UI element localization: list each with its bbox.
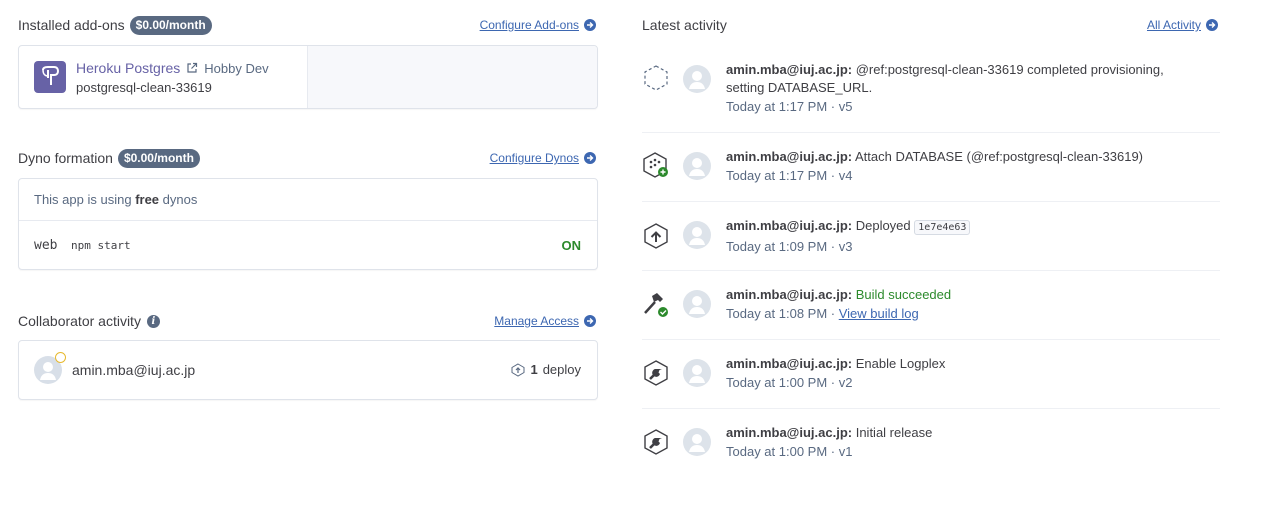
addon-item[interactable]: Heroku Postgres Hobby Dev postgresql-cle… [19,46,308,108]
avatar [683,221,711,249]
addons-header: Installed add-ons $0.00/month Configure … [18,14,598,36]
activity-text: amin.mba@iuj.ac.jp: Enable Logplex Today… [726,355,1190,392]
activity-user: amin.mba@iuj.ac.jp: [726,62,853,77]
addons-cost-badge: $0.00/month [129,15,212,35]
commit-hash[interactable]: 1e7e4e63 [914,220,971,235]
avatar [683,428,711,456]
activity-meta: Today at 1:08 PM · View build log [726,304,1190,323]
dyno-notice: This app is using free dynos [19,179,597,221]
activity-user: amin.mba@iuj.ac.jp: [726,287,853,302]
activity-item: amin.mba@iuj.ac.jp: Attach DATABASE (@re… [642,133,1220,202]
dyno-notice-suffix: dynos [162,192,198,207]
activity-meta: Today at 1:09 PM · v3 [726,239,853,254]
configure-addons-label: Configure Add-ons [479,18,579,32]
dyno-notice-prefix: This app is using [34,192,132,207]
collaborators-title: Collaborator activity [18,313,141,329]
configure-dynos-label: Configure Dynos [489,151,579,165]
deploy-icon [644,223,668,249]
addon-id: postgresql-clean-33619 [76,80,212,95]
configure-dynos-link[interactable]: Configure Dynos [490,151,596,165]
external-link-icon [187,62,198,73]
dyno-notice-bold: free [135,192,160,207]
activity-text: amin.mba@iuj.ac.jp: Initial release Toda… [726,424,1190,461]
collaborator-card: amin.mba@iuj.ac.jp 1 deploy [18,340,598,400]
activity-item: amin.mba@iuj.ac.jp: Build succeeded Toda… [642,271,1220,340]
arrow-right-circle-icon [1206,19,1218,31]
info-icon[interactable]: i [146,314,160,328]
dyno-command: npm start [71,239,131,252]
dynos-title: Dyno formation [18,150,113,166]
deploy-count: 1 [530,362,538,377]
collaborator-deploy-count: 1 deploy [511,362,581,377]
activity-message: Deployed [855,218,911,233]
activity-message: Build succeeded [855,287,952,302]
activity-item: amin.mba@iuj.ac.jp: Initial release Toda… [642,409,1220,478]
activity-message: Enable Logplex [855,356,946,371]
provisioning-icon [644,65,668,91]
activity-text: amin.mba@iuj.ac.jp: Deployed 1e7e4e63 To… [726,217,1190,256]
avatar [683,359,711,387]
activity-text: amin.mba@iuj.ac.jp: Attach DATABASE (@re… [726,148,1190,185]
heroku-postgres-logo-icon [34,61,66,93]
wrench-icon [644,429,668,455]
activity-title: Latest activity [642,17,727,33]
activity-message: Attach DATABASE (@ref:postgresql-clean-3… [855,149,1144,164]
activity-text: amin.mba@iuj.ac.jp: Build succeeded Toda… [726,286,1190,323]
dyno-status: ON [561,238,582,253]
activity-header: Latest activity All Activity [642,14,1220,36]
dyno-card: This app is using free dynos web npm sta… [18,178,598,270]
addon-empty-slot [308,46,597,108]
all-activity-label: All Activity [1146,18,1201,32]
collaborators-header: Collaborator activity i Manage Access [18,310,598,332]
arrow-right-circle-icon [584,19,596,31]
activity-meta: Today at 1:00 PM · v2 [726,375,853,390]
manage-access-link[interactable]: Manage Access [494,314,596,328]
manage-access-label: Manage Access [494,314,579,328]
view-build-log-link[interactable]: View build log [839,306,919,321]
dynos-header: Dyno formation $0.00/month Configure Dyn… [18,147,598,169]
addon-name-label[interactable]: Heroku Postgres [76,60,180,76]
activity-item: amin.mba@iuj.ac.jp: @ref:postgresql-clea… [642,50,1220,133]
configure-addons-link[interactable]: Configure Add-ons [480,18,596,32]
activity-item: amin.mba@iuj.ac.jp: Enable Logplex Today… [642,340,1220,409]
arrow-right-circle-icon [584,152,596,164]
activity-meta: Today at 1:17 PM · v5 [726,99,853,114]
activity-message: Initial release [855,425,933,440]
activity-item: amin.mba@iuj.ac.jp: Deployed 1e7e4e63 To… [642,202,1220,271]
activity-meta: Today at 1:00 PM · v1 [726,444,853,459]
avatar [683,65,711,93]
attach-database-icon [643,152,668,178]
all-activity-link[interactable]: All Activity [1147,18,1218,32]
activity-text: amin.mba@iuj.ac.jp: @ref:postgresql-clea… [726,61,1190,116]
activity-meta: Today at 1:17 PM · v4 [726,168,853,183]
arrow-right-circle-icon [584,315,596,327]
build-icon [644,293,668,317]
addons-title: Installed add-ons [18,17,125,33]
activity-user: amin.mba@iuj.ac.jp: [726,425,853,440]
addon-name[interactable]: Heroku Postgres Hobby Dev [76,60,269,76]
avatar [683,152,711,180]
addon-card: Heroku Postgres Hobby Dev postgresql-cle… [18,45,598,109]
addon-plan: Hobby Dev [204,60,269,76]
dyno-type: web [34,238,58,253]
activity-user: amin.mba@iuj.ac.jp: [726,149,853,164]
activity-user: amin.mba@iuj.ac.jp: [726,356,853,371]
avatar [683,290,711,318]
collaborator-email: amin.mba@iuj.ac.jp [72,362,196,378]
deploy-count-label: deploy [542,362,581,377]
owner-crown-icon [55,352,66,363]
wrench-icon [644,360,668,386]
dyno-process-row[interactable]: web npm start ON [19,221,597,270]
activity-meta-time: Today at 1:08 PM · [726,306,839,321]
activity-user: amin.mba@iuj.ac.jp: [726,218,853,233]
deploy-small-icon [511,362,525,377]
dynos-cost-badge: $0.00/month [117,148,200,168]
